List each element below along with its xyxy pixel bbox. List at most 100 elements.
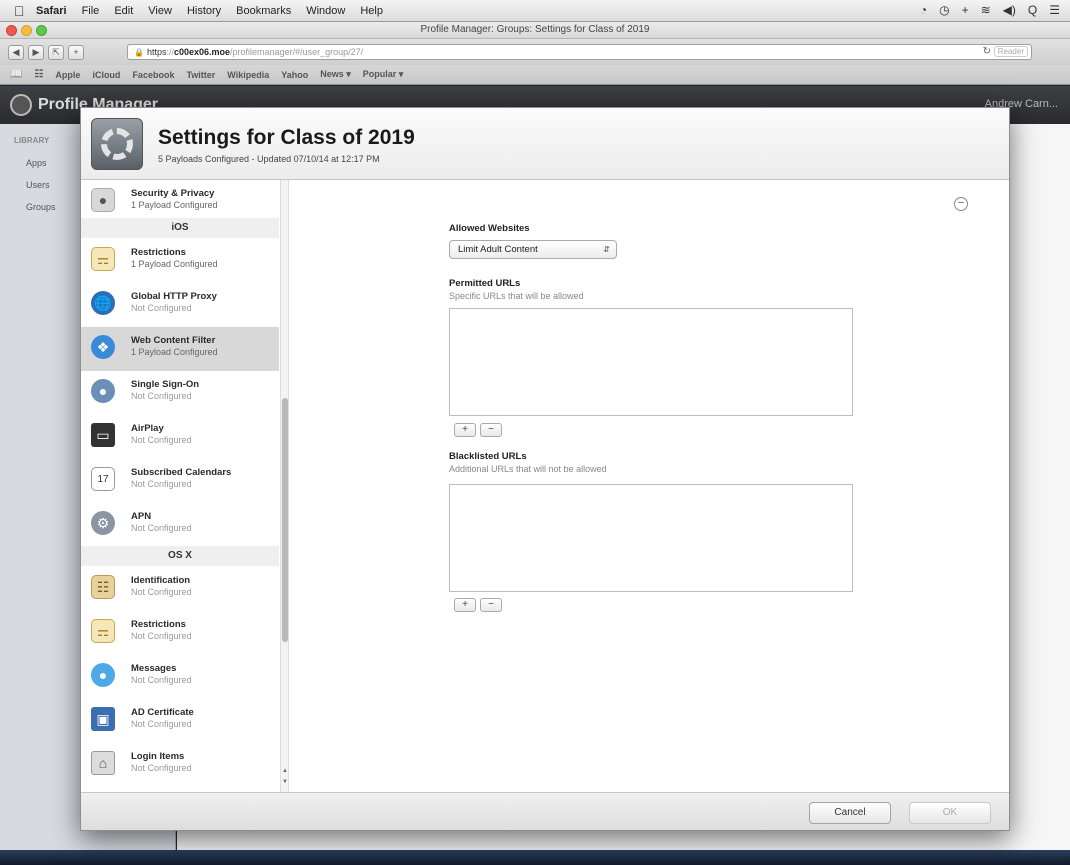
window-titlebar: Profile Manager: Groups: Settings for Cl… (0, 22, 1070, 39)
reload-icon[interactable]: ↻ (983, 46, 991, 57)
browser-toolbar: ◀ ▶ ⇱ + 🔒 https:// c00ex06.moe /profilem… (0, 39, 1070, 65)
sidebar-item-apps[interactable]: Apps (26, 158, 47, 168)
volume-icon[interactable]: ◀) (1003, 3, 1016, 17)
forward-button[interactable]: ▶ (28, 44, 44, 60)
payload-title: Messages (131, 663, 177, 674)
bookmark-twitter[interactable]: Twitter (186, 70, 215, 80)
payload-subscribed-calendars[interactable]: 17 Subscribed Calendars Not Configured (81, 459, 279, 503)
payload-title: AD Certificate (131, 707, 194, 718)
spotlight-icon[interactable]: Q (1028, 3, 1037, 17)
share-button[interactable]: ⇱ (48, 44, 64, 60)
airplay-icon: ▭ (91, 423, 115, 447)
window-title: Profile Manager: Groups: Settings for Cl… (420, 24, 650, 35)
bookmark-icloud[interactable]: iCloud (92, 70, 120, 80)
payload-title: AirPlay (131, 423, 164, 434)
reader-button[interactable]: Reader (993, 46, 1028, 57)
add-blacklisted-url-button[interactable]: + (454, 598, 476, 612)
profile-manager-logo-icon (10, 94, 32, 116)
menu-help[interactable]: Help (360, 5, 383, 17)
menu-history[interactable]: History (187, 5, 221, 17)
allowed-websites-value: Limit Adult Content (458, 244, 538, 255)
payload-global-http-proxy[interactable]: 🌐 Global HTTP Proxy Not Configured (81, 283, 279, 327)
restrictions-icon: ⚎ (91, 247, 115, 271)
payload-list-scrollbar[interactable]: ▲ ▼ (280, 180, 289, 792)
menu-bookmarks[interactable]: Bookmarks (236, 5, 291, 17)
payload-title: Identification (131, 575, 191, 586)
menu-edit[interactable]: Edit (114, 5, 133, 17)
payload-title: Single Sign-On (131, 379, 200, 390)
section-osx: OS X (81, 546, 279, 566)
allowed-websites-select[interactable]: Limit Adult Content ⇵ (449, 240, 617, 259)
scroll-up-arrow-icon[interactable]: ▲ (281, 768, 289, 778)
clock-icon[interactable]: ◷ (939, 3, 949, 17)
menu-view[interactable]: View (148, 5, 172, 17)
payload-list: ● Security & Privacy 1 Payload Configure… (81, 180, 279, 792)
add-permitted-url-button[interactable]: + (454, 423, 476, 437)
payload-status: 1 Payload Configured (131, 259, 218, 269)
payload-ad-certificate[interactable]: ▣ AD Certificate Not Configured (81, 699, 279, 743)
select-arrows-icon: ⇵ (603, 245, 610, 254)
sheet-footer: Cancel OK (81, 792, 1009, 830)
menu-safari[interactable]: Safari (36, 5, 67, 17)
menu-file[interactable]: File (82, 5, 100, 17)
bookmark-apple[interactable]: Apple (55, 70, 80, 80)
payload-restrictions-osx[interactable]: ⚎ Restrictions Not Configured (81, 611, 279, 655)
allowed-websites-label: Allowed Websites (449, 223, 530, 234)
settings-sheet: Settings for Class of 2019 5 Payloads Co… (80, 107, 1010, 831)
remove-blacklisted-url-button[interactable]: − (480, 598, 502, 612)
top-sites-icon[interactable]: ☷ (34, 69, 43, 80)
reading-list-icon[interactable]: 📖 (10, 69, 22, 80)
payload-single-sign-on[interactable]: ● Single Sign-On Not Configured (81, 371, 279, 415)
id-card-icon: ☷ (91, 575, 115, 599)
payload-status: Not Configured (131, 479, 192, 489)
payload-status: 1 Payload Configured (131, 347, 218, 357)
new-tab-button[interactable]: + (68, 44, 84, 60)
url-host: c00ex06.moe (174, 47, 231, 57)
remove-payload-button[interactable]: − (954, 197, 968, 211)
apple-menu-icon[interactable]:  (14, 3, 36, 19)
bluetooth-icon[interactable]: + (962, 3, 969, 17)
payload-title: Restrictions (131, 619, 186, 630)
payload-login-items[interactable]: ⌂ Login Items Not Configured (81, 743, 279, 787)
cancel-button[interactable]: Cancel (809, 802, 891, 824)
library-label: LIBRARY (14, 136, 50, 145)
permitted-urls-list[interactable] (449, 308, 853, 416)
payload-identification[interactable]: ☷ Identification Not Configured (81, 567, 279, 611)
sheet-subtitle: 5 Payloads Configured - Updated 07/10/14… (158, 154, 380, 164)
globe-icon: 🌐 (91, 291, 115, 315)
payload-airplay[interactable]: ▭ AirPlay Not Configured (81, 415, 279, 459)
web-content-filter-pane: − Allowed Websites Limit Adult Content ⇵… (291, 180, 1009, 792)
notification-center-icon[interactable]: ☰ (1049, 3, 1060, 17)
lock-icon: ● (91, 188, 115, 212)
messages-icon: ● (91, 663, 115, 687)
bookmarks-bar: 📖 ☷ Apple iCloud Facebook Twitter Wikipe… (0, 65, 1070, 85)
sidebar-item-groups[interactable]: Groups (26, 202, 56, 212)
sidebar-item-users[interactable]: Users (26, 180, 50, 190)
wifi-icon[interactable]: ≋ (981, 3, 991, 17)
payload-apn[interactable]: ⚙ APN Not Configured (81, 503, 279, 547)
bookmark-facebook[interactable]: Facebook (132, 70, 174, 80)
bookmark-wikipedia[interactable]: Wikipedia (227, 70, 269, 80)
scroll-thumb[interactable] (282, 398, 288, 642)
safari-icon: ❖ (91, 335, 115, 359)
blacklisted-urls-list[interactable] (449, 484, 853, 592)
payload-messages[interactable]: ● Messages Not Configured (81, 655, 279, 699)
timemachine-icon[interactable]: ◔ (920, 3, 927, 17)
payload-title: Restrictions (131, 247, 186, 258)
back-button[interactable]: ◀ (8, 44, 24, 60)
payload-title: Security & Privacy (131, 188, 215, 199)
payload-status: Not Configured (131, 719, 192, 729)
menu-window[interactable]: Window (306, 5, 345, 17)
scroll-down-arrow-icon[interactable]: ▼ (281, 779, 289, 789)
bookmark-news[interactable]: News ▾ (320, 69, 351, 80)
payload-title: Login Items (131, 751, 185, 762)
bookmark-popular[interactable]: Popular ▾ (363, 69, 404, 80)
address-bar[interactable]: 🔒 https:// c00ex06.moe /profilemanager/#… (127, 44, 1032, 60)
remove-permitted-url-button[interactable]: − (480, 423, 502, 437)
settings-gear-icon (91, 118, 143, 170)
payload-web-content-filter[interactable]: ❖ Web Content Filter 1 Payload Configure… (81, 327, 279, 371)
sso-icon: ● (91, 379, 115, 403)
bookmark-yahoo[interactable]: Yahoo (281, 70, 308, 80)
ok-button[interactable]: OK (909, 802, 991, 824)
payload-restrictions-ios[interactable]: ⚎ Restrictions 1 Payload Configured (81, 239, 279, 283)
